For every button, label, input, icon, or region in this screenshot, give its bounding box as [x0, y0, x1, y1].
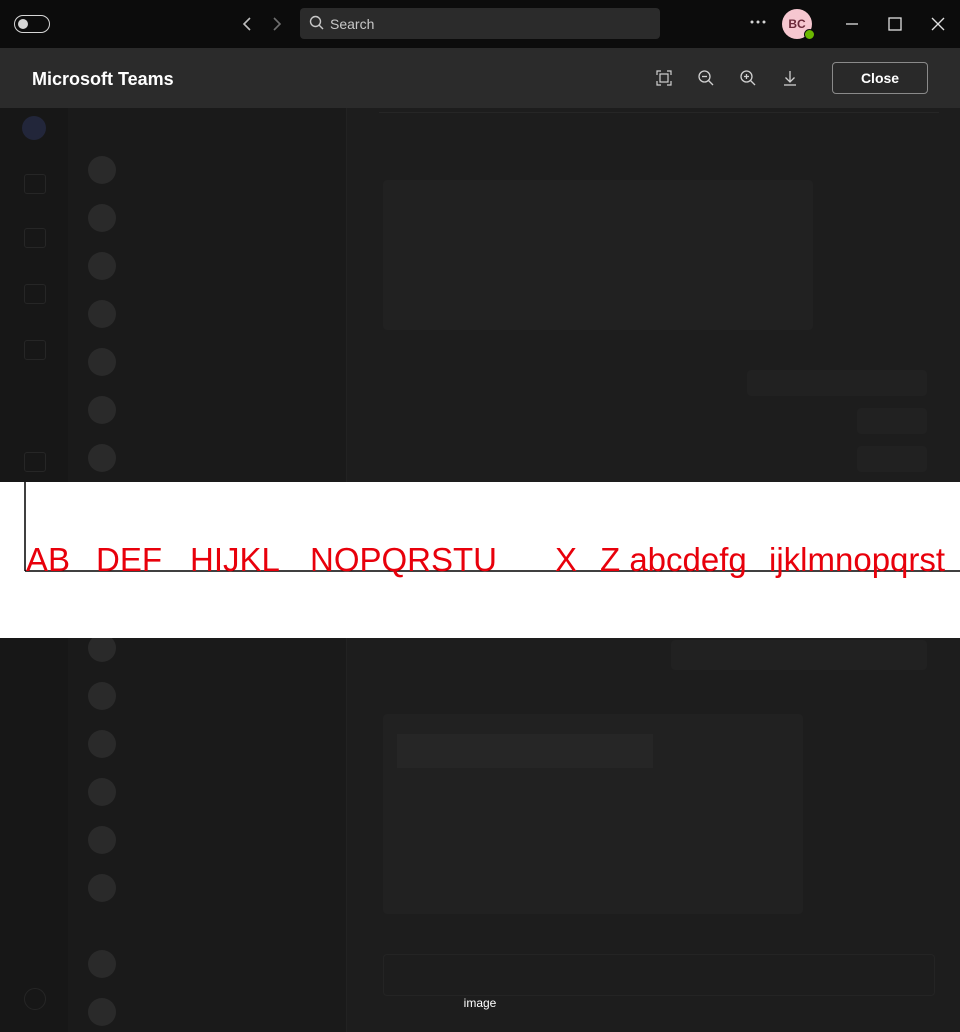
image-preview: AB DEF HIJKL NOPQRSTU X Z abcdefg ijklmn… [0, 482, 960, 638]
more-options-icon[interactable] [746, 10, 770, 34]
image-text-segment: ijklmnopqrst [769, 541, 945, 578]
download-icon[interactable] [780, 68, 800, 88]
search-placeholder: Search [330, 16, 375, 32]
presence-available-icon [804, 29, 815, 40]
image-canvas: AB DEF HIJKL NOPQRSTU X Z abcdefg ijklmn… [24, 482, 960, 578]
viewer-title: Microsoft Teams [32, 69, 174, 89]
back-icon[interactable] [236, 12, 260, 36]
image-text-segment: Z abcdefg [600, 541, 747, 578]
toggle-switch[interactable] [14, 15, 50, 33]
search-icon [308, 14, 326, 37]
maximize-icon[interactable] [883, 12, 907, 36]
close-window-icon[interactable] [926, 12, 950, 36]
forward-icon[interactable] [264, 12, 288, 36]
minimize-icon[interactable] [840, 12, 864, 36]
title-bar: Search BC [0, 0, 960, 48]
zoom-out-icon[interactable] [696, 68, 716, 88]
image-caption: image [463, 996, 497, 1010]
close-button[interactable]: Close [832, 62, 928, 94]
search-input[interactable]: Search [300, 8, 660, 39]
zoom-in-icon[interactable] [738, 68, 758, 88]
image-text-segment: NOPQRSTU [310, 541, 497, 578]
image-text-segment: X [555, 541, 577, 578]
fit-to-screen-icon[interactable] [654, 68, 674, 88]
image-text-segment: HIJKL [190, 541, 280, 578]
image-text-segment: AB [26, 541, 70, 578]
image-viewer-header: Microsoft Teams Close [0, 48, 960, 108]
image-text-segment: DEF [96, 541, 162, 578]
